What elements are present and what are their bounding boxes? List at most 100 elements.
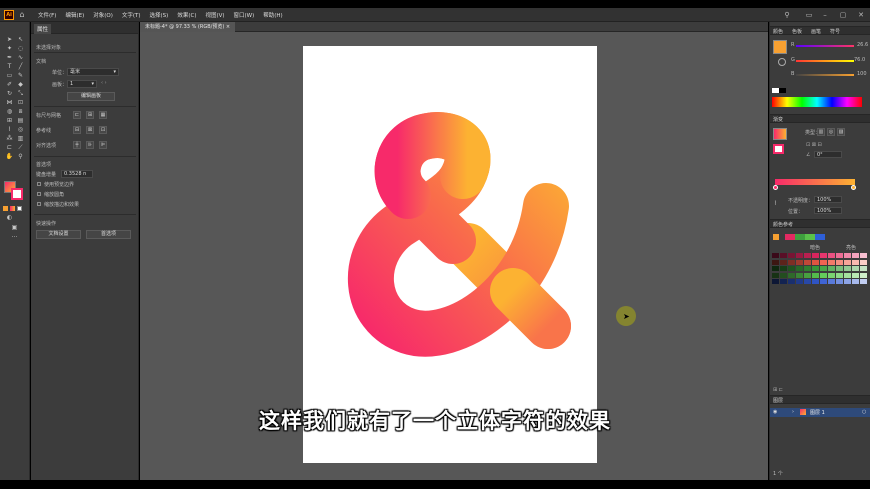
color-guide-swatch[interactable] <box>836 279 843 284</box>
color-guide-swatch[interactable] <box>804 266 811 271</box>
zoom-tool-icon[interactable]: ⚲ <box>16 153 25 161</box>
color-guide-grid[interactable] <box>772 253 869 287</box>
menu-edit[interactable]: 编辑(E) <box>65 11 84 19</box>
scale-corners-checkbox[interactable] <box>37 192 41 196</box>
color-guide-swatch[interactable] <box>820 272 827 278</box>
color-guide-footer-icons[interactable]: ⊞ ⊏ <box>773 387 783 393</box>
color-guide-swatch[interactable] <box>780 272 787 278</box>
magic-wand-icon[interactable]: ✦ <box>5 45 14 53</box>
gradient-stop-end[interactable] <box>851 185 856 190</box>
lasso-icon[interactable]: ◌ <box>16 45 25 53</box>
color-guide-swatch[interactable] <box>828 253 835 258</box>
snap-grid-icon[interactable]: ⊪ <box>86 141 94 149</box>
blend-tool-icon[interactable]: ◎ <box>16 126 25 134</box>
snap-point-icon[interactable]: ╪ <box>73 141 81 149</box>
snap-pixel-icon[interactable]: ⊫ <box>99 141 107 149</box>
color-guide-swatch[interactable] <box>820 253 827 258</box>
shaper-tool-icon[interactable]: ✐ <box>5 81 14 89</box>
color-guide-swatch[interactable] <box>788 266 795 271</box>
artboard-nav-arrows-icon[interactable]: ‹ › <box>101 80 107 86</box>
angle-input[interactable]: 0° <box>814 151 842 158</box>
scale-strokes-checkbox[interactable] <box>37 202 41 206</box>
rectangle-tool-icon[interactable]: ▭ <box>5 72 14 80</box>
document-tab[interactable]: 未标题-4* @ 97.33 % (RGB/预览) × <box>140 22 236 32</box>
use-preview-bounds-checkbox[interactable] <box>37 182 41 186</box>
tab-gradient[interactable]: 渐变 <box>773 116 783 123</box>
preferences-button[interactable]: 首选项 <box>86 230 131 239</box>
workspace-switcher-icon[interactable]: ▭ <box>804 10 814 20</box>
hand-tool-icon[interactable]: ✋ <box>5 153 14 161</box>
tab-swatches[interactable]: 色板 <box>792 28 802 35</box>
color-guide-swatch[interactable] <box>788 279 795 284</box>
free-transform-icon[interactable]: ⊡ <box>16 99 25 107</box>
color-guide-swatch[interactable] <box>828 266 835 271</box>
color-guide-swatch[interactable] <box>780 279 787 284</box>
artboard[interactable] <box>303 46 597 463</box>
stroke-swatch-icon[interactable] <box>778 58 786 66</box>
gradient-stop-start[interactable] <box>773 185 778 190</box>
eyedropper-icon[interactable]: ⌇ <box>5 126 14 134</box>
color-guide-swatch[interactable] <box>860 272 867 278</box>
color-guide-swatch[interactable] <box>860 279 867 284</box>
r-slider[interactable] <box>796 45 854 47</box>
color-guide-swatch[interactable] <box>796 266 803 271</box>
curvature-tool-icon[interactable]: ∿ <box>16 54 25 62</box>
fill-swatch[interactable] <box>773 40 787 54</box>
color-guide-swatch[interactable] <box>844 272 851 278</box>
smart-guides-icon[interactable]: ⊡ <box>99 126 107 134</box>
show-guides-icon[interactable]: ⊟ <box>73 126 81 134</box>
ampersand-3d-artwork[interactable] <box>303 46 597 463</box>
g-value[interactable]: 76.0 <box>854 57 865 63</box>
color-guide-swatch[interactable] <box>804 279 811 284</box>
g-slider[interactable] <box>796 60 854 62</box>
ruler-icon[interactable]: ⊏ <box>73 111 81 119</box>
color-guide-swatch[interactable] <box>860 259 867 265</box>
direct-selection-tool-icon[interactable]: ↖ <box>16 36 25 44</box>
linear-gradient-icon[interactable]: ▥ <box>817 128 825 136</box>
eraser-icon[interactable]: ◆ <box>16 81 25 89</box>
menu-select[interactable]: 选择(S) <box>150 11 169 19</box>
gradient-slider[interactable] <box>775 179 855 185</box>
menu-effect[interactable]: 效果(C) <box>177 11 196 19</box>
lock-guides-icon[interactable]: ⊠ <box>86 126 94 134</box>
color-guide-swatch[interactable] <box>844 266 851 271</box>
color-guide-swatch[interactable] <box>812 279 819 284</box>
color-guide-swatch[interactable] <box>812 272 819 278</box>
width-tool-icon[interactable]: ⋈ <box>5 99 14 107</box>
slice-tool-icon[interactable]: ⟋ <box>16 144 25 152</box>
radial-gradient-icon[interactable]: ◎ <box>827 128 835 136</box>
minimize-button[interactable]: – <box>820 10 830 20</box>
perspective-grid-icon[interactable]: ⧈ <box>16 108 25 116</box>
shape-builder-icon[interactable]: ◍ <box>5 108 14 116</box>
type-tool-icon[interactable]: T <box>5 63 14 71</box>
none-white-black-swatches[interactable] <box>772 88 786 93</box>
freeform-gradient-icon[interactable]: ▨ <box>837 128 845 136</box>
color-guide-swatch[interactable] <box>852 266 859 271</box>
r-value[interactable]: 26.6 <box>857 42 868 48</box>
color-guide-swatch[interactable] <box>772 279 779 284</box>
gradient-stroke-swatch[interactable] <box>773 144 784 154</box>
color-guide-swatch[interactable] <box>772 272 779 278</box>
document-setup-button[interactable]: 文档设置 <box>36 230 81 239</box>
none-mode-icon[interactable] <box>17 206 22 211</box>
color-guide-swatch[interactable] <box>852 272 859 278</box>
draw-mode-icon[interactable]: ◐ <box>5 214 14 222</box>
color-guide-swatch[interactable] <box>852 279 859 284</box>
close-icon[interactable]: × <box>226 24 230 30</box>
base-color-swatch[interactable] <box>773 234 779 240</box>
tab-color-guide[interactable]: 颜色参考 <box>773 221 793 228</box>
menu-file[interactable]: 文件(F) <box>38 11 56 19</box>
gradient-preview-swatch[interactable] <box>773 128 787 140</box>
color-guide-swatch[interactable] <box>780 253 787 258</box>
search-icon[interactable]: ⚲ <box>782 10 792 20</box>
color-guide-swatch[interactable] <box>812 266 819 271</box>
stroke-color-icon[interactable] <box>11 188 23 200</box>
color-guide-swatch[interactable] <box>804 272 811 278</box>
color-guide-swatch[interactable] <box>820 266 827 271</box>
color-guide-swatch[interactable] <box>812 259 819 265</box>
color-guide-swatch[interactable] <box>836 266 843 271</box>
mesh-tool-icon[interactable]: ⊞ <box>5 117 14 125</box>
color-guide-swatch[interactable] <box>852 259 859 265</box>
b-value[interactable]: 100 <box>857 71 867 77</box>
color-guide-swatch[interactable] <box>804 253 811 258</box>
